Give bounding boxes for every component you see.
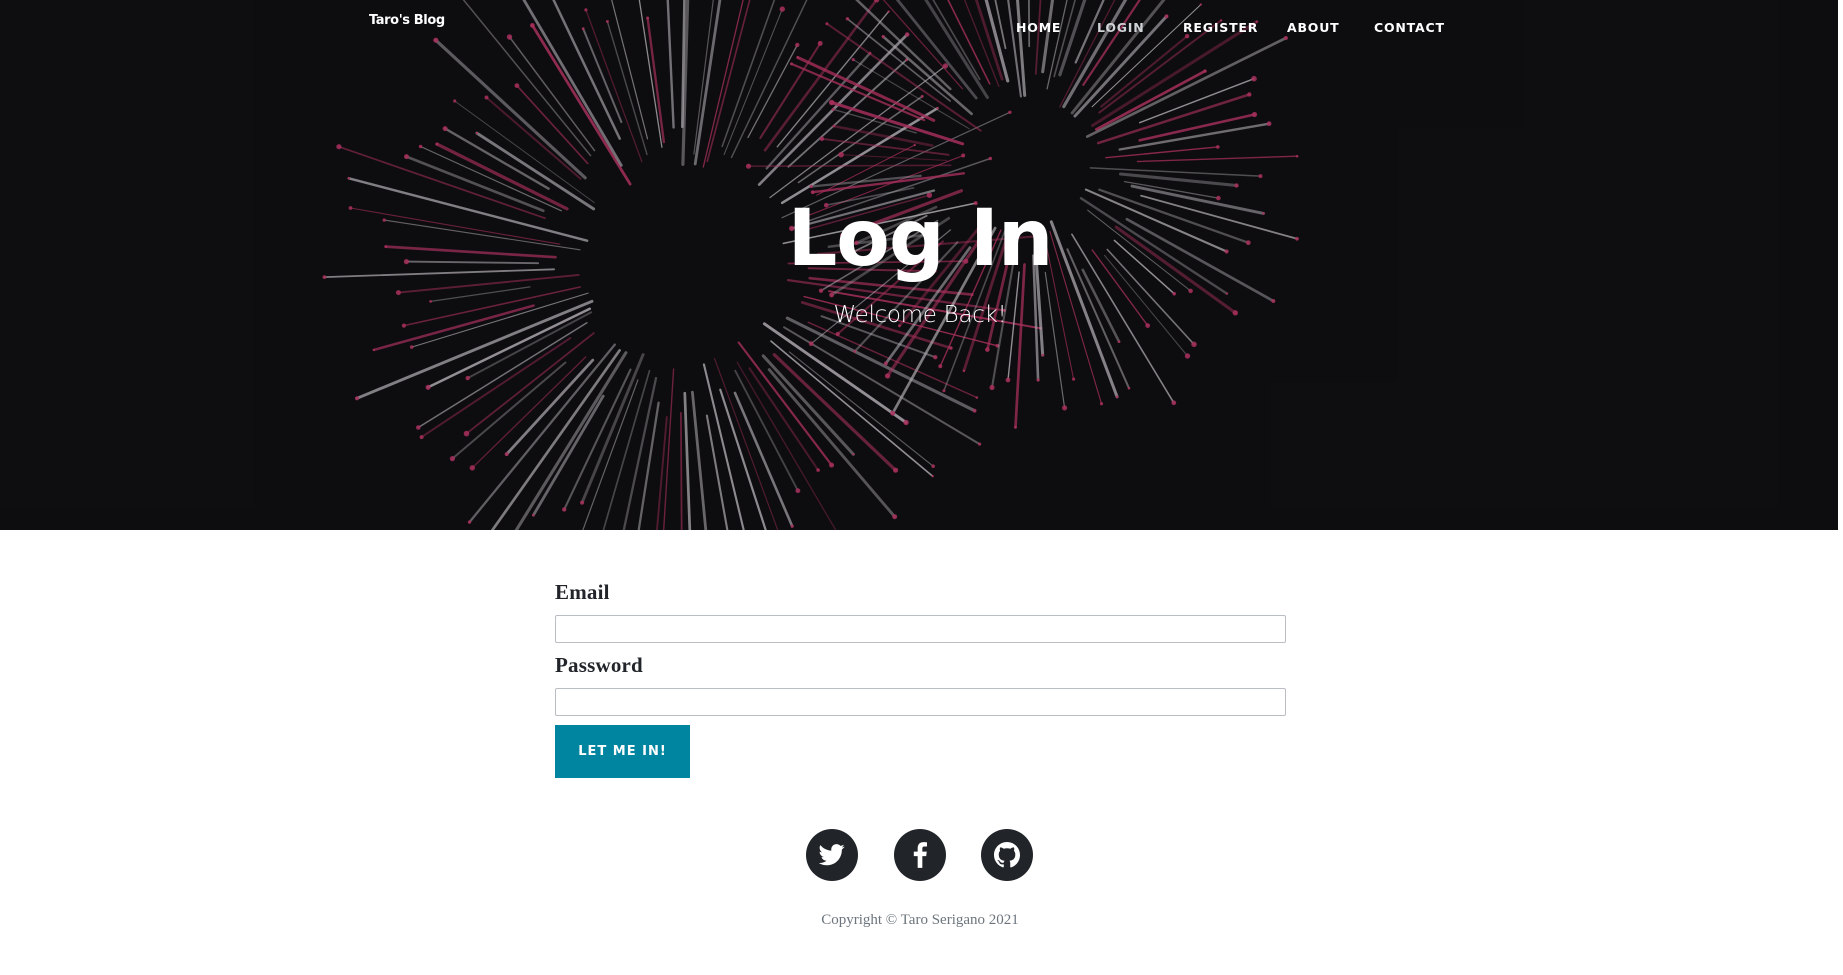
facebook-icon (913, 842, 927, 868)
nav-login[interactable]: LOGIN (1097, 20, 1145, 35)
page-edge (1838, 0, 1843, 975)
email-field[interactable] (555, 615, 1286, 643)
nav-register[interactable]: REGISTER (1183, 20, 1258, 35)
nav-home[interactable]: HOME (1016, 20, 1061, 35)
twitter-link[interactable] (806, 829, 858, 881)
let-me-in-button[interactable]: LET ME IN! (555, 725, 690, 778)
nav-about[interactable]: ABOUT (1287, 20, 1340, 35)
email-label: Email (555, 580, 610, 604)
page-title: Log In (787, 194, 1054, 284)
github-link[interactable] (981, 829, 1033, 881)
social-links (806, 829, 1036, 881)
page: Taro's Blog HOME LOGIN REGISTER ABOUT CO… (0, 0, 1843, 975)
facebook-link[interactable] (894, 829, 946, 881)
password-field[interactable] (555, 688, 1286, 716)
password-label: Password (555, 653, 643, 677)
twitter-icon (819, 844, 845, 866)
github-icon (994, 842, 1020, 868)
brand-link[interactable]: Taro's Blog (369, 13, 445, 28)
hero-header: Taro's Blog HOME LOGIN REGISTER ABOUT CO… (0, 0, 1842, 530)
nav-contact[interactable]: CONTACT (1374, 20, 1445, 35)
page-subtitle: Welcome Back! (833, 302, 1007, 328)
copyright-text: Copyright © Taro Serigano 2021 (821, 912, 1019, 928)
